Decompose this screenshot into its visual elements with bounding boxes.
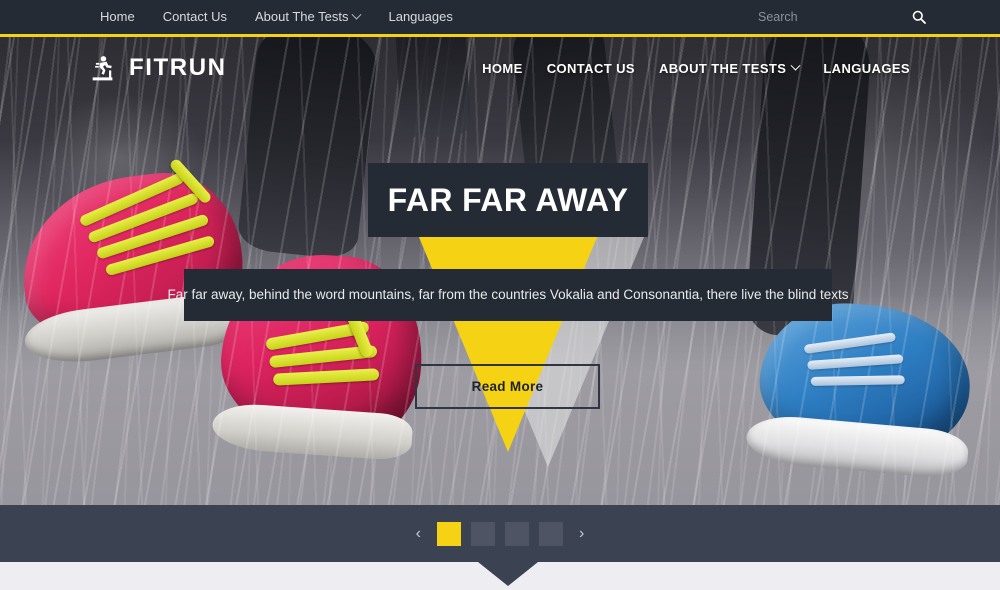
page-root: Home Contact Us About The Tests Language… [0, 0, 1000, 590]
site-header: FITRUN HOME CONTACT US ABOUT THE TESTS L… [0, 37, 1000, 99]
slider-dot-1[interactable] [437, 521, 461, 546]
topnav-item-languages[interactable]: Languages [374, 0, 466, 34]
mainnav-label: HOME [482, 60, 523, 76]
yellow-triangle-decoration [416, 230, 600, 452]
topnav-label: Languages [388, 9, 453, 24]
mainnav-label: LANGUAGES [823, 60, 910, 76]
search-input[interactable] [758, 10, 908, 24]
search-icon [912, 10, 926, 24]
top-navigation: Home Contact Us About The Tests Language… [86, 0, 467, 34]
top-bar-inner: Home Contact Us About The Tests Language… [0, 0, 1000, 34]
slider-dot-3[interactable] [505, 521, 529, 546]
topnav-label: Contact Us [162, 9, 227, 24]
hero-subtitle-panel: Far far away, behind the word mountains,… [167, 269, 849, 321]
photo-shoe-laces [258, 309, 396, 415]
slider-next-button[interactable]: › [573, 524, 590, 544]
top-utility-bar: Home Contact Us About The Tests Language… [0, 0, 1000, 37]
hero-slider: FAR FAR AWAY Far far away, behind the wo… [0, 37, 1000, 505]
slider-prev-button[interactable]: ‹ [410, 524, 427, 544]
mainnav-item-about-the-tests[interactable]: ABOUT THE TESTS [647, 60, 811, 76]
mainnav-item-contact-us[interactable]: CONTACT US [535, 61, 647, 76]
search-area [758, 0, 930, 34]
topnav-label: Home [100, 9, 135, 24]
scroll-down-arrow-icon[interactable] [478, 562, 538, 586]
treadmill-runner-icon [92, 56, 113, 81]
slider-pagination: ‹ › [410, 521, 591, 546]
search-submit-button[interactable] [908, 10, 930, 24]
slider-dot-4[interactable] [539, 521, 563, 546]
topnav-label: About The Tests [255, 9, 349, 24]
hero-title-panel: FAR FAR AWAY [368, 163, 648, 237]
main-navigation: HOME CONTACT US ABOUT THE TESTS LANGUAGE… [470, 60, 922, 76]
hero-title: FAR FAR AWAY [387, 181, 629, 218]
read-more-button[interactable]: Read More [415, 364, 600, 409]
mainnav-label: CONTACT US [546, 60, 635, 76]
topnav-item-about-the-tests[interactable]: About The Tests [241, 0, 374, 34]
topnav-item-home[interactable]: Home [86, 0, 149, 34]
mainnav-item-languages[interactable]: LANGUAGES [811, 61, 922, 76]
site-logo-text: FITRUN [129, 54, 227, 81]
mainnav-label: ABOUT THE TESTS [658, 60, 787, 76]
mainnav-item-home[interactable]: HOME [470, 61, 535, 76]
hero-subtitle: Far far away, behind the word mountains,… [167, 286, 849, 302]
slider-dot-2[interactable] [471, 521, 495, 546]
site-logo[interactable]: FITRUN [88, 53, 227, 83]
chevron-down-icon [790, 60, 801, 71]
slider-control-bar: ‹ › [0, 505, 1000, 562]
topnav-item-contact-us[interactable]: Contact Us [149, 0, 241, 34]
chevron-down-icon [352, 9, 362, 20]
